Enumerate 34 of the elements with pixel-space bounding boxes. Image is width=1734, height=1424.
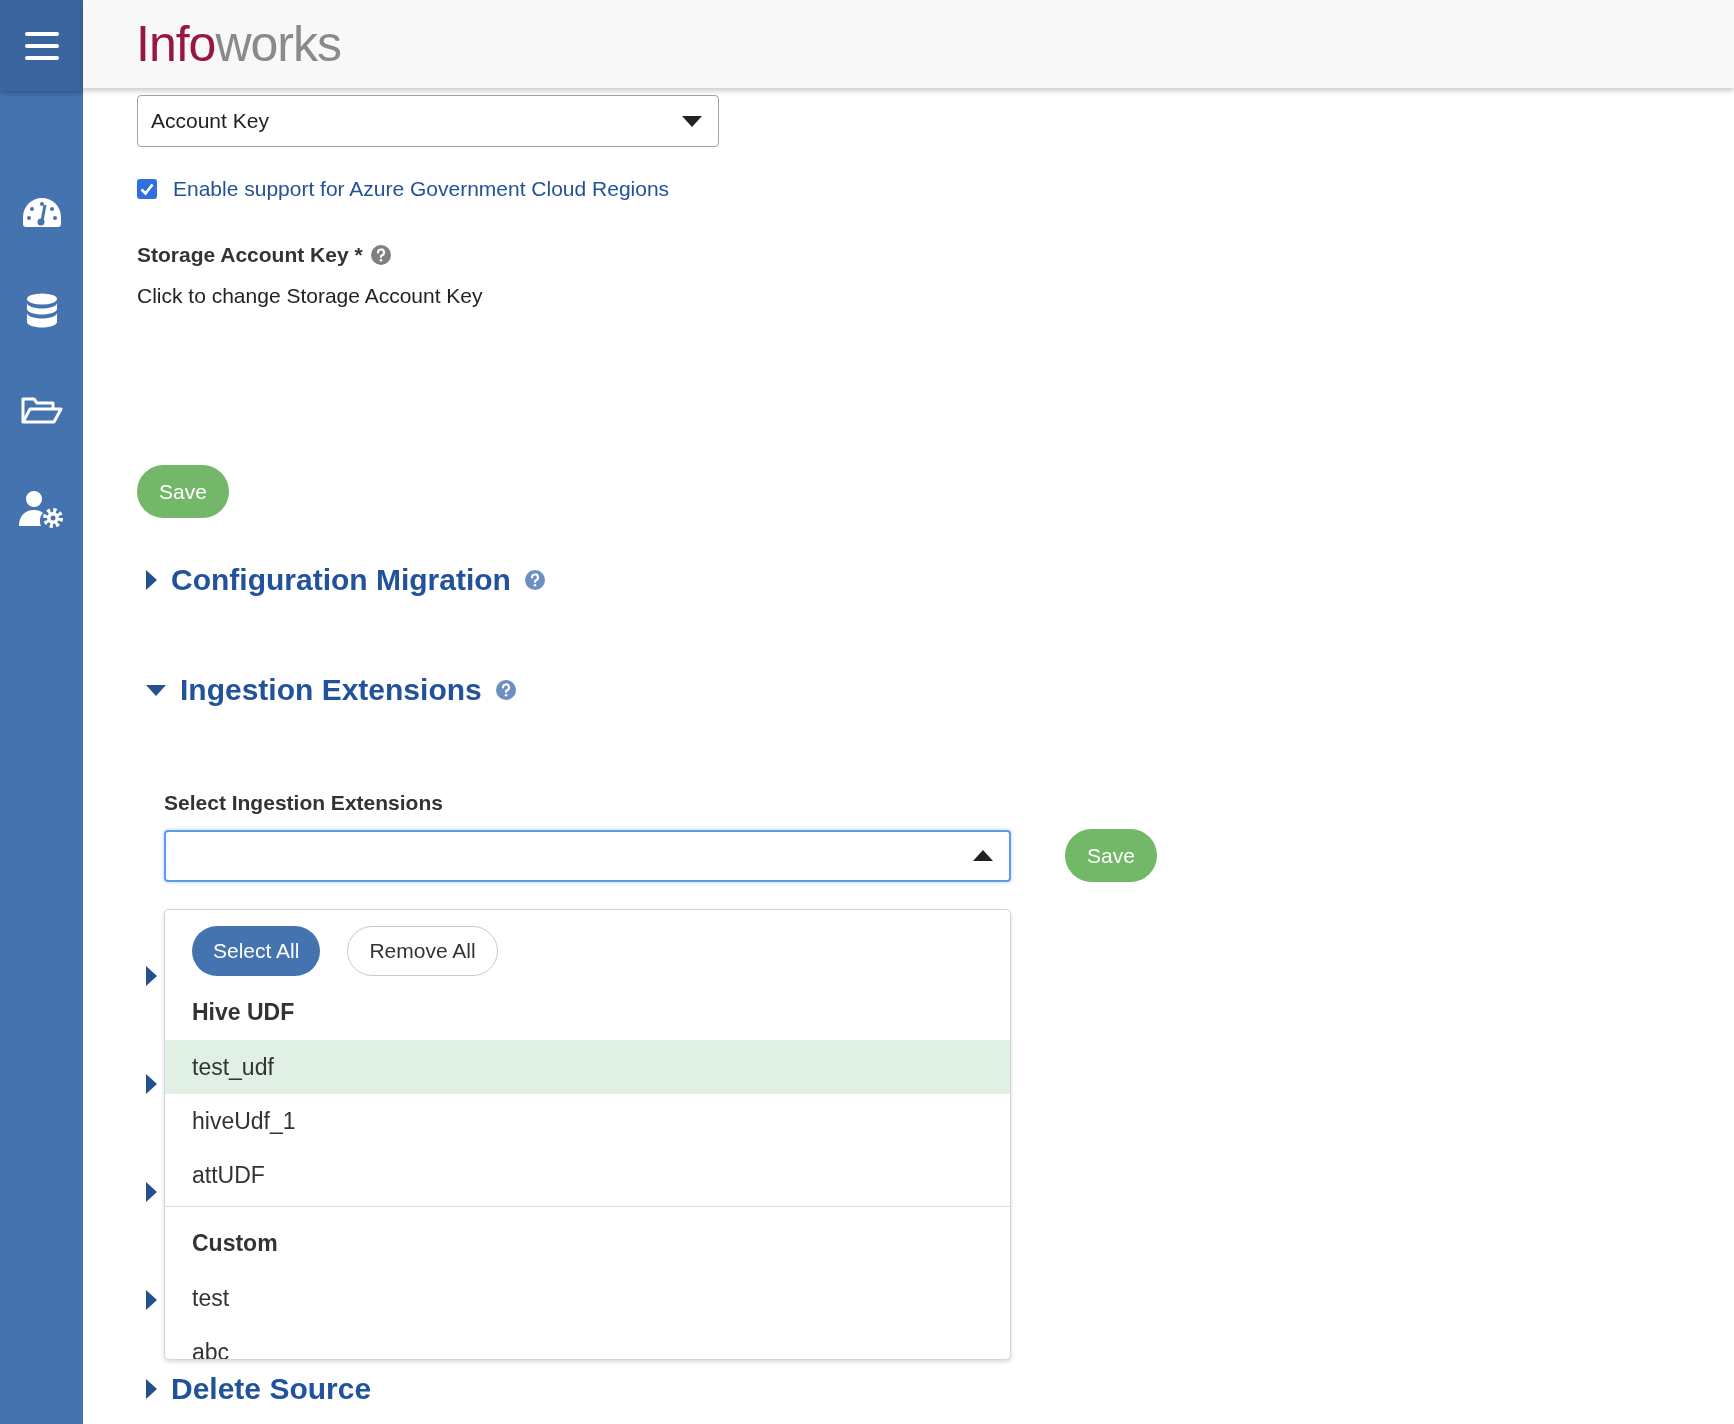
dropdown-option[interactable]: abc xyxy=(165,1325,1010,1359)
remove-all-button[interactable]: Remove All xyxy=(347,926,498,976)
dropdown-option[interactable]: hiveUdf_1 xyxy=(165,1094,1010,1148)
field-label: Select Ingestion Extensions xyxy=(164,791,444,815)
dropdown-option[interactable]: test xyxy=(165,1271,1010,1325)
user-gear-icon[interactable] xyxy=(18,489,65,528)
extensions-dropdown[interactable] xyxy=(164,829,1011,882)
field-label: Storage Account Key * xyxy=(137,243,363,267)
group-header: Custom xyxy=(191,1229,279,1258)
section-title[interactable]: Ingestion Extensions xyxy=(180,673,482,707)
section-title[interactable]: Configuration Migration xyxy=(171,563,511,597)
select-all-button[interactable]: Select All xyxy=(192,926,321,976)
auth-type-dropdown[interactable]: Account Key xyxy=(137,95,719,147)
caret-right-icon[interactable] xyxy=(146,1290,157,1310)
logo: Infoworks xyxy=(136,15,341,73)
change-key-link[interactable]: Click to change Storage Account Key xyxy=(137,284,1734,308)
caret-up-icon xyxy=(973,850,993,861)
caret-right-icon[interactable] xyxy=(146,570,157,590)
database-icon[interactable] xyxy=(25,292,58,329)
section-title[interactable]: Delete Source xyxy=(171,1372,372,1406)
dropdown-option[interactable]: test_udf xyxy=(165,1040,1010,1094)
caret-down-icon[interactable] xyxy=(146,684,166,696)
gauge-icon[interactable] xyxy=(21,195,62,228)
caret-right-icon[interactable] xyxy=(146,1074,157,1094)
caret-right-icon[interactable] xyxy=(146,1379,157,1399)
checkbox-label[interactable]: Enable support for Azure Government Cloud Regions xyxy=(173,177,670,201)
group-header: Hive UDF xyxy=(191,998,296,1027)
dropdown-option[interactable]: attUDF xyxy=(165,1148,1010,1202)
checkbox[interactable] xyxy=(137,179,157,199)
caret-down-icon xyxy=(682,115,702,127)
help-icon xyxy=(370,245,391,265)
menu-icon[interactable] xyxy=(24,31,59,60)
caret-right-icon[interactable] xyxy=(146,1182,157,1202)
caret-right-icon[interactable] xyxy=(146,966,157,986)
